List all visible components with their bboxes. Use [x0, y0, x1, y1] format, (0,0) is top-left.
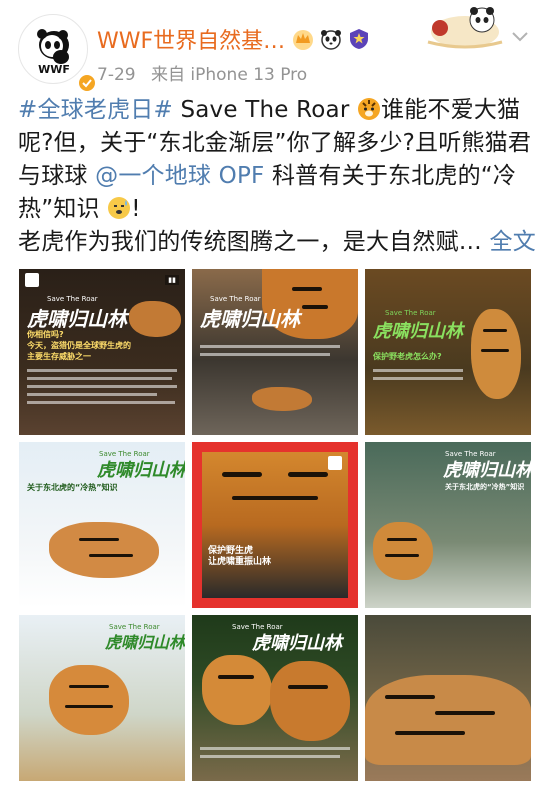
tiger-walking-image — [252, 387, 312, 411]
tile-caption: 保护野老虎怎么办? — [373, 352, 442, 361]
tiger-image — [129, 301, 181, 337]
hashtag-link[interactable]: #全球老虎日# — [18, 97, 173, 123]
expand-full-text-link[interactable]: 全文 — [490, 229, 536, 255]
tile-caption: 你相信吗? 今天，盗猎仍是全球野生虎的 主要生存威胁之一 — [27, 330, 131, 361]
tigers-image — [270, 661, 350, 741]
grid-image-6[interactable]: Save The Roar 虎啸归山林 关于东北虎的“冷热”知识 — [365, 442, 531, 608]
tile-title: 虎啸归山林 — [200, 307, 300, 331]
body-text-line — [200, 747, 350, 750]
post-text: #全球老虎日# Save The Roar 谁能不爱大猫呢?但，关于“东北金渐层… — [18, 94, 538, 259]
tile-brand: Save The Roar — [385, 309, 436, 317]
grid-image-7[interactable]: Save The Roar 虎啸归山林 — [19, 615, 185, 781]
mention-link[interactable]: @一个地球 OPF — [95, 163, 264, 189]
body-text-line — [27, 393, 157, 396]
body-text-line — [27, 377, 172, 380]
sweat-emoji-icon — [108, 197, 131, 219]
image-grid: ▮▮ Save The Roar 虎啸归山林 你相信吗? 今天，盗猎仍是全球野生… — [19, 269, 531, 781]
partner-logo-icon: ▮▮ — [165, 275, 179, 285]
tile-caption: 关于东北虎的“冷热”知识 — [27, 483, 118, 492]
wwf-logo-icon — [25, 273, 39, 287]
body-text-line — [27, 385, 177, 388]
post-text-part1: Save The Roar — [172, 97, 350, 123]
post-meta: 7-29 来自 iPhone 13 Pro — [97, 60, 317, 85]
tile-title: 虎啸归山林 — [27, 307, 127, 331]
tile-title: 虎啸归山林 — [373, 321, 463, 342]
tile-header: ▮▮ — [19, 269, 185, 291]
body-text-line — [200, 345, 340, 348]
user-name-row: WWF世界自然基… — [97, 24, 371, 54]
tile-brand: Save The Roar — [210, 295, 261, 303]
tiger-resting-image — [365, 675, 531, 765]
post-source: 来自 iPhone 13 Pro — [151, 65, 308, 85]
tile-title: 虎啸归山林 — [252, 633, 342, 654]
body-text-line — [373, 377, 463, 380]
tile-title: 虎啸归山林 — [105, 633, 185, 652]
tile-caption: 保护野生虎 让虎啸重振山林 — [208, 546, 272, 567]
tiger-image — [471, 309, 521, 399]
post-time: 7-29 — [97, 65, 136, 85]
grid-image-8[interactable]: Save The Roar 虎啸归山林 — [192, 615, 358, 781]
grid-image-9[interactable] — [365, 615, 531, 781]
grid-image-5[interactable]: 保护野生虎 让虎啸重振山林 — [192, 442, 358, 608]
grid-image-1[interactable]: ▮▮ Save The Roar 虎啸归山林 你相信吗? 今天，盗猎仍是全球野生… — [19, 269, 185, 435]
grid-image-4[interactable]: Save The Roar 虎啸归山林 关于东北虎的“冷热”知识 — [19, 442, 185, 608]
body-text-line — [200, 755, 340, 758]
tigers-image — [202, 655, 272, 725]
tiger-emoji-icon — [358, 98, 381, 120]
verified-icon — [77, 73, 97, 93]
weibo-post: WWF WWF世界自然基… 7-29 来自 iPhone 13 Pro #全球老… — [0, 0, 550, 798]
tile-title: 虎啸归山林 — [97, 460, 185, 481]
panda-icon[interactable] — [319, 27, 343, 51]
body-text-line — [27, 369, 177, 372]
panda-sticker-icon — [427, 7, 503, 49]
crown-icon[interactable] — [291, 27, 315, 51]
post-text-part5: 老虎作为我们的传统图腾之一，是大自然赋… — [18, 229, 482, 255]
grid-image-3[interactable]: Save The Roar 虎啸归山林 保护野老虎怎么办? — [365, 269, 531, 435]
tiger-image — [49, 665, 129, 735]
post-text-part4: ! — [131, 196, 141, 222]
grid-image-2[interactable]: Save The Roar 虎啸归山林 — [192, 269, 358, 435]
tile-brand: Save The Roar — [47, 295, 98, 303]
tile-caption: 关于东北虎的“冷热”知识 — [445, 483, 525, 491]
avatar[interactable]: WWF — [18, 14, 97, 93]
tile-title: 虎啸归山林 — [443, 460, 531, 481]
body-text-line — [200, 353, 330, 356]
body-text-line — [27, 401, 175, 404]
body-text-line — [373, 369, 463, 372]
tiger-image — [373, 522, 433, 580]
tiger-snow-image — [49, 522, 159, 578]
shield-icon[interactable] — [347, 27, 371, 51]
wwf-logo-icon — [328, 456, 342, 470]
user-name[interactable]: WWF世界自然基… — [97, 23, 285, 55]
chevron-down-icon[interactable] — [508, 24, 532, 48]
